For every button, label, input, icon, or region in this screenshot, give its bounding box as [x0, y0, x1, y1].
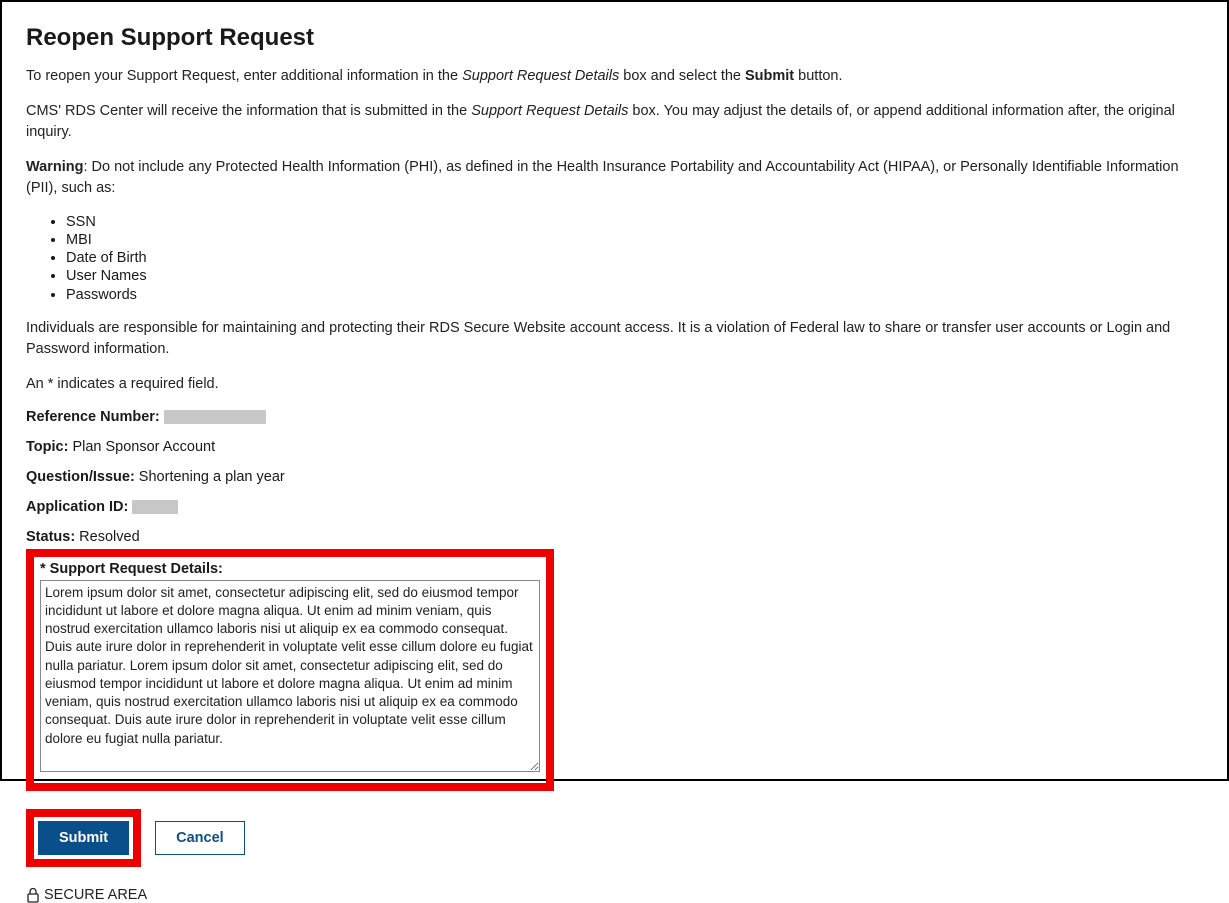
phi-item: Passwords — [66, 286, 1203, 304]
appid-label: Application ID: — [26, 499, 128, 515]
submit-button[interactable]: Submit — [38, 821, 129, 855]
warning-text: : Do not include any Protected Health In… — [26, 159, 1179, 196]
topic-value: Plan Sponsor Account — [68, 439, 215, 455]
intro1-mid: box and select the — [619, 68, 745, 84]
submit-highlight: Submit — [26, 809, 141, 867]
intro2-pre: CMS' RDS Center will receive the informa… — [26, 103, 471, 119]
topic-label: Topic: — [26, 439, 68, 455]
warning-paragraph: Warning: Do not include any Protected He… — [26, 157, 1203, 199]
lock-icon — [26, 887, 40, 903]
secure-area: SECURE AREA — [26, 887, 1203, 903]
field-question-issue: Question/Issue: Shortening a plan year — [26, 469, 1203, 485]
phi-list: SSN MBI Date of Birth User Names Passwor… — [26, 213, 1203, 304]
intro1-bold: Submit — [745, 68, 794, 84]
intro-paragraph-2: CMS' RDS Center will receive the informa… — [26, 101, 1203, 143]
page-title: Reopen Support Request — [26, 24, 1203, 52]
phi-item: MBI — [66, 231, 1203, 249]
details-label: * Support Request Details: — [40, 561, 540, 577]
intro1-post: button. — [794, 68, 842, 84]
reference-value-redacted — [164, 410, 266, 424]
field-status: Status: Resolved — [26, 529, 1203, 545]
details-highlight: * Support Request Details: — [26, 549, 554, 791]
field-reference-number: Reference Number: — [26, 409, 1203, 425]
phi-item: User Names — [66, 267, 1203, 285]
button-row: Submit Cancel — [26, 809, 1203, 867]
support-request-details-textarea[interactable] — [40, 580, 540, 772]
intro-paragraph-1: To reopen your Support Request, enter ad… — [26, 66, 1203, 87]
phi-item: SSN — [66, 213, 1203, 231]
cancel-button[interactable]: Cancel — [155, 821, 245, 855]
required-note: An * indicates a required field. — [26, 374, 1203, 395]
field-topic: Topic: Plan Sponsor Account — [26, 439, 1203, 455]
status-label: Status: — [26, 529, 75, 545]
intro2-italic: Support Request Details — [471, 103, 628, 119]
warning-label: Warning — [26, 159, 83, 175]
intro1-pre: To reopen your Support Request, enter ad… — [26, 68, 462, 84]
responsibility-text: Individuals are responsible for maintain… — [26, 318, 1203, 360]
intro1-italic: Support Request Details — [462, 68, 619, 84]
status-value: Resolved — [75, 529, 139, 545]
field-application-id: Application ID: — [26, 499, 1203, 515]
page-frame: Reopen Support Request To reopen your Su… — [0, 0, 1229, 781]
reference-label: Reference Number: — [26, 409, 160, 425]
appid-value-redacted — [132, 500, 178, 514]
question-label: Question/Issue: — [26, 469, 135, 485]
question-value: Shortening a plan year — [135, 469, 285, 485]
secure-area-text: SECURE AREA — [44, 887, 147, 903]
phi-item: Date of Birth — [66, 249, 1203, 267]
